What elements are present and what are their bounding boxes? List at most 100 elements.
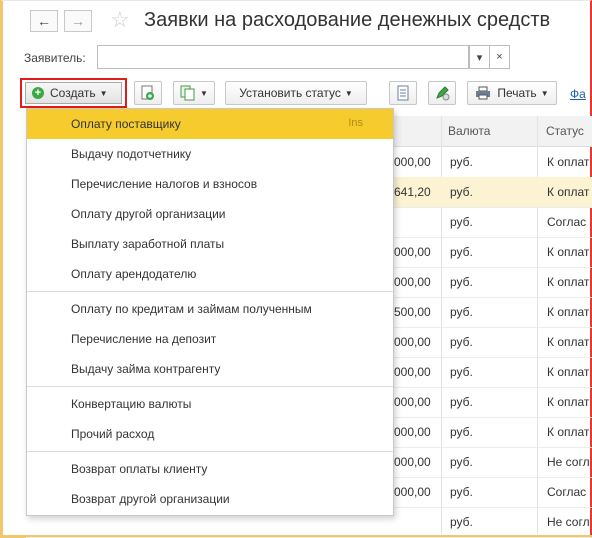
menu-item-other-org-payment[interactable]: Оплату другой организации: [27, 199, 393, 229]
applicant-label: Заявитель:: [24, 51, 86, 65]
applicant-dropdown-button[interactable]: ▾: [469, 45, 490, 69]
amount-cell: 000,00: [394, 425, 431, 439]
menu-item-accountable-issue[interactable]: Выдачу подотчетнику: [27, 139, 393, 169]
currency-cell: руб.: [450, 455, 473, 469]
create-button-label: Создать: [50, 86, 96, 100]
status-cell: К оплат: [547, 155, 590, 169]
amount-cell: 000,00: [394, 245, 431, 259]
amount-cell: 000,00: [394, 395, 431, 409]
menu-item-label: Выдачу займа контрагенту: [71, 362, 221, 376]
print-button[interactable]: Печать ▼: [467, 81, 557, 105]
amount-cell: 000,00: [394, 335, 431, 349]
status-cell: Соглас: [547, 215, 587, 229]
menu-item-other-org-refund[interactable]: Возврат другой организации: [27, 484, 393, 514]
menu-item-supplier-payment[interactable]: Оплату поставщику Ins: [27, 109, 393, 139]
chevron-down-icon: ▾: [476, 51, 483, 64]
status-cell: К оплат: [547, 335, 590, 349]
page-title: Заявки на расходование денежных средств: [144, 9, 551, 31]
status-cell: К оплат: [547, 425, 590, 439]
list-report-button[interactable]: [389, 81, 417, 105]
menu-separator: [27, 386, 393, 387]
documents-icon: [180, 85, 195, 101]
forward-button[interactable]: →: [64, 10, 92, 32]
currency-cell: руб.: [450, 215, 473, 229]
status-cell: Не согл: [547, 515, 590, 529]
amount-cell: 000,00: [394, 275, 431, 289]
currency-cell: руб.: [450, 485, 473, 499]
currency-cell: руб.: [450, 245, 473, 259]
column-header-currency[interactable]: Валюта: [448, 124, 490, 138]
document-add-icon: [141, 85, 154, 100]
currency-cell: руб.: [450, 275, 473, 289]
close-icon: ×: [496, 51, 503, 63]
amount-cell: 000,00: [394, 365, 431, 379]
plus-circle-icon: +: [32, 87, 44, 99]
menu-item-tax-transfer[interactable]: Перечисление налогов и взносов: [27, 169, 393, 199]
menu-item-loan-payment[interactable]: Оплату по кредитам и займам полученным: [27, 294, 393, 324]
status-cell: К оплат: [547, 365, 590, 379]
print-button-label: Печать: [497, 86, 537, 100]
menu-item-label: Оплату по кредитам и займам полученным: [71, 302, 312, 316]
currency-cell: руб.: [450, 335, 473, 349]
create-dropdown-menu: Оплату поставщику Ins Выдачу подотчетнику…: [26, 108, 394, 516]
set-status-button[interactable]: Установить статус ▼: [225, 81, 367, 105]
menu-item-label: Конвертацию валюты: [71, 397, 192, 411]
menu-item-label: Оплату поставщику: [71, 117, 181, 131]
amount-cell: 000,00: [394, 485, 431, 499]
currency-cell: руб.: [450, 305, 473, 319]
set-status-label: Установить статус: [239, 86, 341, 100]
currency-cell: руб.: [450, 515, 473, 529]
menu-item-label: Выплату заработной платы: [71, 237, 225, 251]
status-cell: К оплат: [547, 395, 590, 409]
currency-cell: руб.: [450, 365, 473, 379]
status-cell: Не согл: [547, 455, 590, 469]
favorite-star-icon[interactable]: ☆: [110, 8, 130, 32]
chevron-down-icon: ▼: [200, 88, 208, 98]
applicant-field[interactable]: [97, 45, 469, 69]
back-button[interactable]: ←: [30, 10, 58, 32]
amount-cell: 000,00: [394, 155, 431, 169]
menu-item-label: Возврат оплаты клиенту: [71, 462, 208, 476]
currency-cell: руб.: [450, 185, 473, 199]
amount-cell: 500,00: [394, 305, 431, 319]
amount-cell: 000,00: [394, 455, 431, 469]
menu-item-currency-conversion[interactable]: Конвертацию валюты: [27, 389, 393, 419]
currency-cell: руб.: [450, 425, 473, 439]
pen-icon: [436, 86, 450, 101]
arrow-left-icon: ←: [37, 13, 51, 29]
report-list-icon: [397, 85, 409, 101]
menu-item-label: Оплату другой организации: [71, 207, 226, 221]
menu-item-label: Перечисление налогов и взносов: [71, 177, 258, 191]
menu-item-deposit-transfer[interactable]: Перечисление на депозит: [27, 324, 393, 354]
column-header-status[interactable]: Статус: [546, 124, 584, 138]
amount-cell: 641,20: [394, 185, 431, 199]
edit-approve-button[interactable]: [428, 81, 456, 105]
create-based-on-button[interactable]: [134, 81, 162, 105]
currency-cell: руб.: [450, 395, 473, 409]
menu-item-client-refund[interactable]: Возврат оплаты клиенту: [27, 454, 393, 484]
chevron-down-icon: ▼: [540, 88, 549, 98]
copy-menu-button[interactable]: ▼: [173, 81, 215, 105]
arrow-right-icon: →: [71, 13, 85, 29]
menu-item-other-expense[interactable]: Прочий расход: [27, 419, 393, 449]
chevron-down-icon: ▼: [344, 88, 353, 98]
applicant-clear-button[interactable]: ×: [489, 45, 510, 69]
chevron-down-icon: ▼: [99, 88, 108, 98]
menu-item-label: Выдачу подотчетнику: [71, 147, 192, 161]
menu-separator: [27, 291, 393, 292]
menu-item-landlord-payment[interactable]: Оплату арендодателю: [27, 259, 393, 289]
status-cell: Соглас: [547, 485, 587, 499]
menu-item-loan-issue[interactable]: Выдачу займа контрагенту: [27, 354, 393, 384]
menu-item-shortcut: Ins: [348, 117, 363, 129]
create-highlight: + Создать ▼: [20, 78, 127, 108]
create-button[interactable]: + Создать ▼: [25, 82, 122, 104]
menu-separator: [27, 451, 393, 452]
fa-link[interactable]: Фа: [570, 87, 586, 101]
currency-cell: руб.: [450, 155, 473, 169]
menu-item-salary-payment[interactable]: Выплату заработной платы: [27, 229, 393, 259]
status-cell: К оплат: [547, 245, 590, 259]
status-cell: К оплат: [547, 305, 590, 319]
menu-item-label: Перечисление на депозит: [71, 332, 217, 346]
printer-icon: [476, 86, 491, 100]
status-cell: К оплат: [547, 275, 590, 289]
